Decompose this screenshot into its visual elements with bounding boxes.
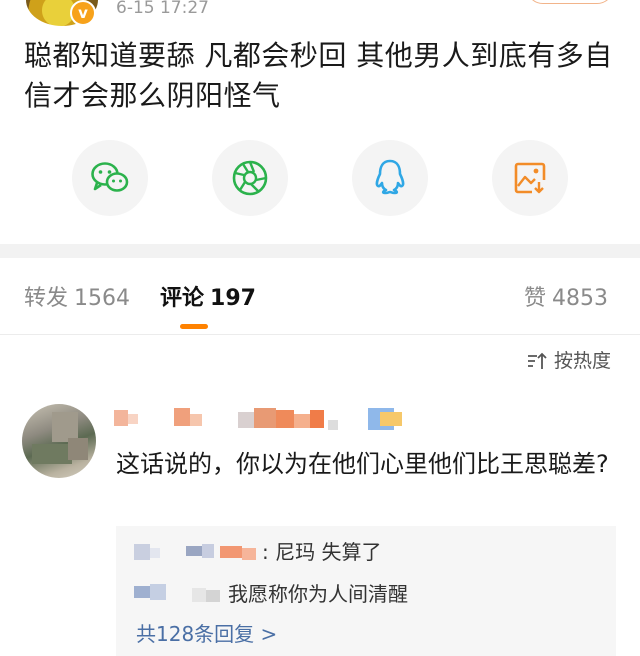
tab-likes-label: 赞	[524, 286, 547, 311]
share-moments-button[interactable]	[212, 140, 288, 216]
sort-label: 按热度	[554, 350, 612, 372]
tab-likes[interactable]: 赞 4853	[524, 284, 608, 314]
post-text: 聪都知道要舔 凡都会秒回 其他男人到底有多自信才会那么阴阳怪气	[24, 39, 613, 112]
tab-comments-count: 197	[210, 286, 256, 311]
tab-repost-label: 转发	[24, 286, 69, 311]
reply-2-name-redacted	[134, 580, 234, 606]
reply-2-text: 我愿称你为人间清醒	[228, 582, 408, 606]
save-image-icon	[514, 162, 546, 194]
reply-1-text: : 尼玛 失算了	[262, 540, 382, 564]
comment-text: 这话说的，你以为在他们心里他们比王思聪差?	[116, 450, 609, 478]
follow-button[interactable]	[526, 0, 614, 4]
tab-repost[interactable]: 转发 1564	[24, 284, 130, 314]
section-gap	[0, 244, 640, 258]
share-qq-button[interactable]	[352, 140, 428, 216]
active-tab-indicator	[180, 324, 208, 329]
post-timestamp: 6-15 17:27	[116, 0, 209, 18]
more-replies-link[interactable]: 共128条回复 >	[136, 620, 277, 648]
verified-badge-icon: v	[70, 0, 96, 26]
commenter-name-redacted[interactable]	[114, 406, 414, 432]
commenter-avatar[interactable]	[22, 404, 96, 478]
sort-button[interactable]: 按热度	[526, 348, 611, 374]
tabs-divider	[0, 334, 640, 335]
sort-icon	[528, 352, 547, 369]
qq-icon	[375, 159, 405, 195]
share-wechat-button[interactable]	[72, 140, 148, 216]
moments-icon	[232, 160, 268, 196]
tab-repost-count: 1564	[74, 286, 131, 311]
share-save-image-button[interactable]	[492, 140, 568, 216]
tab-comments-label: 评论	[160, 286, 205, 311]
reply-1-name-redacted	[134, 540, 264, 566]
tab-likes-count: 4853	[552, 286, 609, 311]
wechat-icon	[91, 162, 129, 192]
tab-comments[interactable]: 评论 197	[160, 284, 256, 314]
